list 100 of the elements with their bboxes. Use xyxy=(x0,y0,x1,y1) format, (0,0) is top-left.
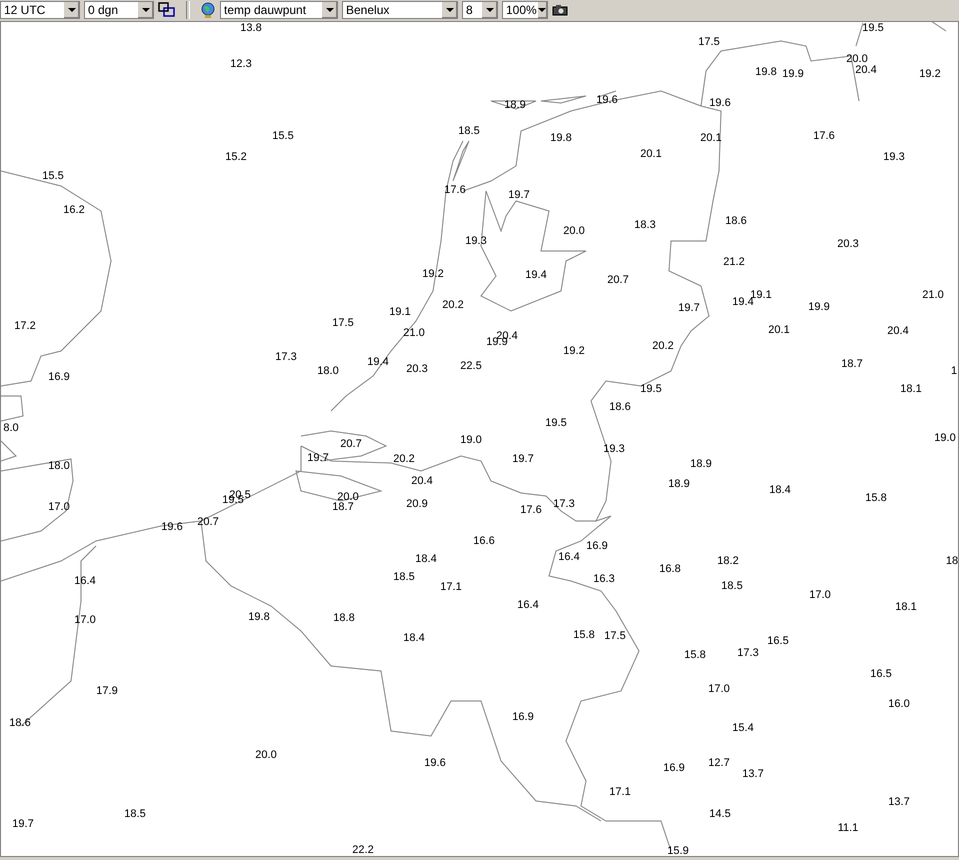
temperature-reading: 20.3 xyxy=(406,363,428,375)
temperature-reading: 17.6 xyxy=(813,130,835,142)
temperature-reading: 15.5 xyxy=(42,170,64,182)
temperature-reading: 19.7 xyxy=(508,189,530,201)
temperature-reading: 17.1 xyxy=(440,581,462,593)
temperature-reading: 19.3 xyxy=(883,151,905,163)
temperature-reading: 18 xyxy=(946,555,958,567)
temperature-reading: 18.6 xyxy=(725,215,747,227)
temperature-reading: 15.5 xyxy=(272,130,294,142)
temperature-reading: 18.2 xyxy=(717,555,739,567)
globe-icon[interactable] xyxy=(200,2,216,18)
dropdown[interactable]: Benelux xyxy=(342,1,458,19)
dropdown[interactable]: temp dauwpunt xyxy=(220,1,338,19)
temperature-reading: 14.5 xyxy=(709,808,731,820)
temperature-reading: 16.5 xyxy=(870,668,892,680)
temperature-reading: 19.4 xyxy=(525,269,547,281)
temperature-reading: 19.8 xyxy=(248,611,270,623)
temperature-reading: 15.8 xyxy=(573,629,595,641)
temperature-reading: 17.9 xyxy=(96,685,118,697)
temperature-reading: 16.4 xyxy=(558,551,580,563)
temperature-reading: 18.0 xyxy=(317,365,339,377)
temperature-reading: 18.4 xyxy=(769,484,791,496)
temperature-reading: 15.2 xyxy=(225,151,247,163)
squares-icon[interactable] xyxy=(158,2,176,18)
temperature-reading: 19.6 xyxy=(596,94,618,106)
temperature-reading: 16.9 xyxy=(586,540,608,552)
temperature-reading: 8.0 xyxy=(3,422,19,434)
temperature-reading: 20.4 xyxy=(887,325,909,337)
dropdown[interactable]: 0 dgn xyxy=(84,1,154,19)
temperature-reading: 20.4 xyxy=(411,475,433,487)
temperature-reading: 17.5 xyxy=(698,36,720,48)
temperature-reading: 17.0 xyxy=(74,614,96,626)
temperature-reading: 17.3 xyxy=(275,351,297,363)
temperature-reading: 19.3 xyxy=(465,235,487,247)
temperature-reading: 18.3 xyxy=(634,219,656,231)
temperature-reading: 17.0 xyxy=(809,589,831,601)
temperature-reading: 20.0 xyxy=(337,491,359,503)
temperature-reading: 17.0 xyxy=(48,501,70,513)
temperature-reading: 16.9 xyxy=(512,711,534,723)
temperature-reading: 22.2 xyxy=(352,844,374,856)
temperature-reading: 17.6 xyxy=(520,504,542,516)
temperature-reading: 18.1 xyxy=(900,383,922,395)
temperature-reading: 13.7 xyxy=(888,796,910,808)
temperature-reading: 21.0 xyxy=(403,327,425,339)
temperature-reading: 18.7 xyxy=(332,501,354,513)
temperature-reading: 19.4 xyxy=(367,356,389,368)
temperature-reading: 19.5 xyxy=(545,417,567,429)
temperature-reading: 20.7 xyxy=(340,438,362,450)
temperature-reading: 18.7 xyxy=(841,358,863,370)
temperature-reading: 20.1 xyxy=(640,148,662,160)
temperature-reading: 19.6 xyxy=(709,97,731,109)
temperature-reading: 19.5 xyxy=(862,22,884,34)
dropdown[interactable]: 8 xyxy=(462,1,498,19)
temperature-reading: 17.0 xyxy=(708,683,730,695)
temperature-reading: 19.2 xyxy=(919,68,941,80)
temperature-reading: 19.7 xyxy=(512,453,534,465)
temperature-reading: 16.8 xyxy=(659,563,681,575)
temperature-reading: 16.4 xyxy=(517,599,539,611)
temperature-reading: 19.6 xyxy=(424,757,446,769)
temperature-reading: 18.5 xyxy=(458,125,480,137)
temperature-reading: 18.9 xyxy=(504,99,526,111)
temperature-reading: 19.7 xyxy=(307,452,329,464)
temperature-reading: 15.4 xyxy=(732,722,754,734)
temperature-reading: 17.5 xyxy=(604,630,626,642)
temperature-reading: 15.9 xyxy=(667,845,689,856)
temperature-reading: 18.8 xyxy=(333,612,355,624)
temperature-reading: 17.3 xyxy=(737,647,759,659)
temperature-reading: 16.0 xyxy=(888,698,910,710)
temperature-reading: 19.3 xyxy=(603,443,625,455)
temperature-reading: 18.5 xyxy=(124,808,146,820)
temperature-reading: 19.2 xyxy=(563,345,585,357)
temperature-reading: 11.1 xyxy=(838,822,858,834)
dropdown[interactable]: 100% xyxy=(502,1,548,19)
temperature-reading: 1 xyxy=(950,365,958,377)
temperature-reading: 18.5 xyxy=(393,571,415,583)
temperature-reading: 15.8 xyxy=(684,649,706,661)
temperature-reading: 19.8 xyxy=(550,132,572,144)
temperature-reading: 19.5 xyxy=(640,383,662,395)
temperature-reading: 18.0 xyxy=(48,460,70,472)
temperature-reading: 20.9 xyxy=(406,498,428,510)
temperature-reading: 17.2 xyxy=(14,320,36,332)
temperature-reading: 18.6 xyxy=(609,401,631,413)
temperature-reading: 20.0 xyxy=(255,749,277,761)
dropdown[interactable]: 12 UTC xyxy=(0,1,80,19)
temperature-reading: 18.9 xyxy=(690,458,712,470)
temperature-reading: 17.6 xyxy=(444,184,466,196)
camera-icon[interactable] xyxy=(552,4,568,16)
temperature-reading: 19.9 xyxy=(782,68,804,80)
temperature-reading: 16.6 xyxy=(473,535,495,547)
temperature-reading: 20.4 xyxy=(855,64,877,76)
temperature-reading: 19.7 xyxy=(12,818,34,830)
temperature-reading: 20.0 xyxy=(846,53,868,65)
temperature-reading: 20.2 xyxy=(393,453,415,465)
temperature-reading: 20.7 xyxy=(607,274,629,286)
temperature-reading: 18.4 xyxy=(415,553,437,565)
temperature-reading: 16.9 xyxy=(48,371,70,383)
temperature-reading: 18.1 xyxy=(895,601,917,613)
temperature-reading: 20.2 xyxy=(442,299,464,311)
temperature-reading: 21.2 xyxy=(723,256,745,268)
temperature-reading: 12.7 xyxy=(708,757,730,769)
